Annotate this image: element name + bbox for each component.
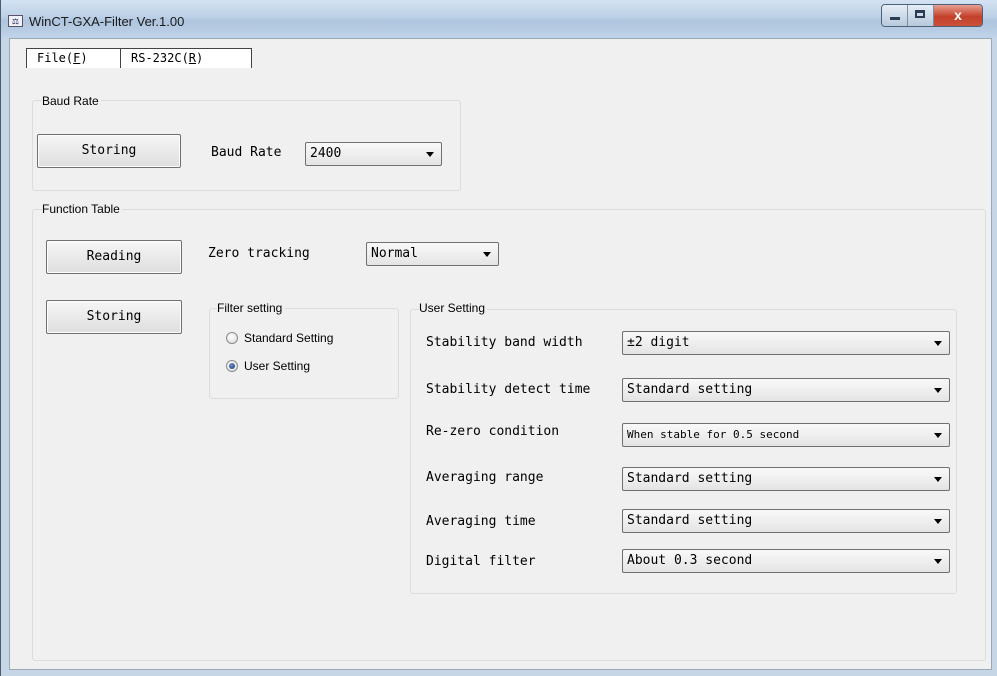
re-zero-condition-select[interactable]: When stable for 0.5 second (622, 423, 950, 447)
stability-band-width-value: ±2 digit (627, 335, 690, 350)
standard-setting-label: Standard Setting (244, 331, 334, 345)
stability-detect-time-label: Stability detect time (426, 382, 591, 397)
re-zero-condition-value: When stable for 0.5 second (627, 428, 800, 441)
chevron-down-icon (934, 477, 942, 482)
chevron-down-icon (934, 433, 942, 438)
app-window: ⚖ WinCT-GXA-Filter Ver.1.00 x File(F) RS… (0, 0, 997, 676)
zero-tracking-value: Normal (371, 246, 418, 261)
baud-rate-select[interactable]: 2400 (305, 142, 442, 166)
menu-rs232c[interactable]: RS-232C(R) (120, 48, 252, 68)
chevron-down-icon (483, 252, 491, 257)
averaging-range-label: Averaging range (426, 470, 544, 485)
minimize-button[interactable] (882, 5, 908, 26)
chevron-down-icon (426, 152, 434, 157)
zero-tracking-label: Zero tracking (208, 246, 310, 261)
menu-file-label: File( (37, 51, 74, 65)
user-setting-label: User Setting (244, 359, 311, 373)
window-controls: x (881, 4, 983, 27)
menu-rs232c-label: RS-232C( (131, 51, 189, 65)
close-button[interactable]: x (934, 5, 982, 26)
digital-filter-label: Digital filter (426, 554, 536, 569)
minimize-icon (890, 17, 900, 20)
averaging-time-select[interactable]: Standard setting (622, 509, 950, 533)
averaging-time-label: Averaging time (426, 514, 536, 529)
stability-detect-time-value: Standard setting (627, 382, 753, 397)
baud-rate-value: 2400 (310, 146, 342, 161)
re-zero-condition-label: Re-zero condition (426, 424, 560, 439)
close-icon: x (954, 7, 962, 23)
zero-tracking-select[interactable]: Normal (366, 242, 499, 266)
maximize-icon (915, 10, 925, 18)
user-setting-title: User Setting (419, 301, 488, 315)
reading-button[interactable]: Reading (46, 240, 182, 274)
title-bar[interactable]: ⚖ WinCT-GXA-Filter Ver.1.00 x (1, 0, 997, 38)
averaging-range-select[interactable]: Standard setting (622, 467, 950, 491)
menu-bar: File(F) RS-232C(R) (10, 39, 991, 68)
chevron-down-icon (934, 388, 942, 393)
chevron-down-icon (934, 559, 942, 564)
window-title: WinCT-GXA-Filter Ver.1.00 (29, 14, 185, 29)
baud-rate-label: Baud Rate (211, 145, 282, 160)
filter-setting-group (209, 308, 399, 399)
function-storing-button[interactable]: Storing (46, 300, 182, 334)
maximize-button[interactable] (908, 5, 934, 26)
radio-checked-icon (226, 360, 238, 372)
stability-band-width-label: Stability band width (426, 335, 583, 350)
digital-filter-value: About 0.3 second (627, 553, 753, 568)
function-table-group-title: Function Table (42, 202, 122, 216)
radio-unchecked-icon (226, 332, 238, 344)
baud-rate-group-title: Baud Rate (42, 94, 101, 108)
filter-setting-title: Filter setting (217, 301, 285, 315)
menu-rs232c-mnemonic: R (188, 51, 197, 65)
chevron-down-icon (934, 341, 942, 346)
averaging-range-value: Standard setting (627, 471, 753, 486)
baud-storing-button[interactable]: Storing (37, 134, 181, 168)
app-scale-icon[interactable]: ⚖ (8, 15, 23, 27)
menu-rs232c-suffix: ) (196, 51, 204, 65)
client-area: File(F) RS-232C(R) Baud Rate Storing Bau… (9, 38, 992, 670)
averaging-time-value: Standard setting (627, 513, 753, 528)
stability-band-width-select[interactable]: ±2 digit (622, 331, 950, 355)
stability-detect-time-select[interactable]: Standard setting (622, 378, 950, 402)
digital-filter-select[interactable]: About 0.3 second (622, 549, 950, 573)
menu-file-suffix: ) (80, 51, 88, 65)
chevron-down-icon (934, 519, 942, 524)
menu-file[interactable]: File(F) (26, 48, 121, 68)
